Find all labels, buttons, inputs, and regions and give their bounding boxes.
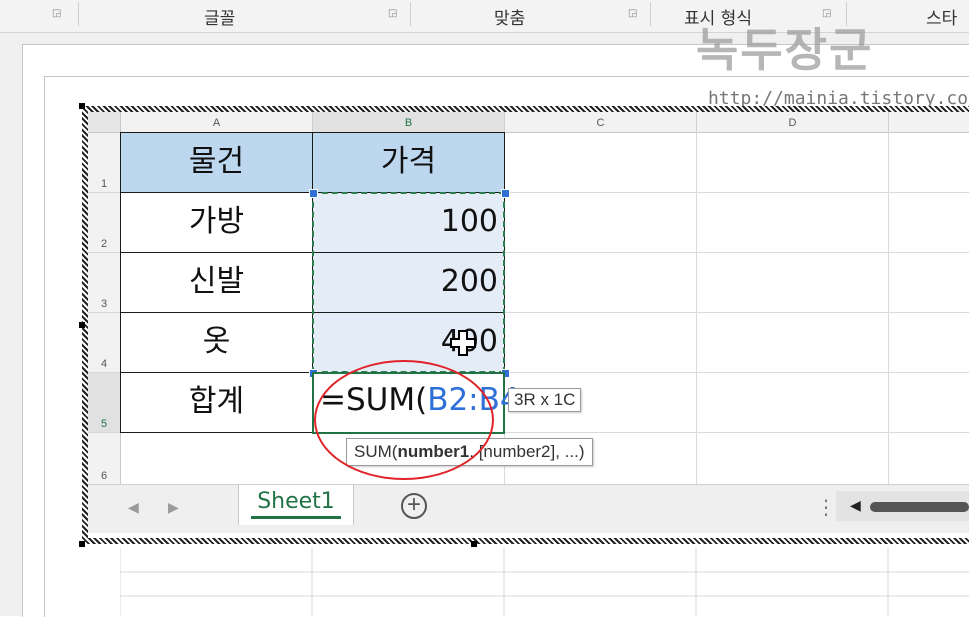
dialog-launcher-icon[interactable]: ◲ — [52, 8, 64, 20]
range-handle[interactable] — [501, 189, 510, 198]
row-header-6[interactable]: 6 — [88, 433, 121, 485]
ribbon-separator — [78, 2, 79, 26]
embedded-spreadsheet: A B C D 1 2 3 4 5 6 물건 가격 가방 100 신발 200 … — [88, 112, 969, 538]
resize-handle[interactable] — [471, 541, 477, 547]
column-header-c[interactable]: C — [505, 112, 697, 133]
sheet-tab-bar: ◀ ▶ Sheet1 + ⋮ ◀ — [88, 484, 969, 533]
tab-scroll-left-icon[interactable]: ◀ — [128, 499, 139, 516]
row-header-3[interactable]: 3 — [88, 253, 121, 313]
row-header-1[interactable]: 1 — [88, 133, 121, 193]
column-header-e[interactable] — [889, 112, 969, 133]
header-cell-price[interactable]: 가격 — [312, 132, 505, 193]
select-all-corner[interactable] — [88, 112, 121, 133]
tab-scroll-right-icon[interactable]: ▶ — [168, 499, 179, 516]
total-label-cell[interactable]: 합계 — [120, 372, 313, 433]
column-header-d[interactable]: D — [697, 112, 889, 133]
row-header-4[interactable]: 4 — [88, 313, 121, 373]
underlying-grid — [120, 548, 969, 616]
highlight-oval — [314, 360, 494, 480]
dialog-launcher-icon[interactable]: ◲ — [628, 8, 640, 20]
row-header-5[interactable]: 5 — [88, 373, 122, 433]
scroll-left-icon[interactable]: ◀ — [850, 497, 861, 514]
resize-handle[interactable] — [79, 322, 85, 328]
sheet-tab-sheet1[interactable]: Sheet1 — [238, 485, 354, 525]
row-header-2[interactable]: 2 — [88, 193, 121, 253]
range-size-tooltip: 3R x 1C — [508, 388, 582, 412]
ribbon-separator — [410, 2, 411, 26]
ribbon-group-styles: 스타 — [926, 9, 958, 29]
ribbon-group-font: 글꼴 — [204, 9, 236, 29]
more-options-icon[interactable]: ⋮ — [816, 495, 836, 520]
watermark: 녹두장군 — [696, 23, 874, 77]
ribbon-group-alignment: 맞춤 — [494, 9, 526, 29]
dialog-launcher-icon[interactable]: ◲ — [388, 8, 400, 20]
cell-select-cursor-icon — [450, 330, 476, 356]
item-cell[interactable]: 가방 — [120, 192, 313, 253]
horizontal-scrollbar[interactable]: ◀ — [836, 491, 969, 521]
resize-handle[interactable] — [79, 541, 85, 547]
item-cell[interactable]: 신발 — [120, 252, 313, 313]
header-cell-item[interactable]: 물건 — [120, 132, 313, 193]
scrollbar-thumb[interactable] — [870, 502, 969, 512]
column-header-a[interactable]: A — [121, 112, 313, 133]
column-header-b[interactable]: B — [313, 112, 505, 134]
resize-handle[interactable] — [79, 103, 85, 109]
reference-range-marquee — [312, 192, 505, 373]
ribbon-separator — [650, 2, 651, 26]
item-cell[interactable]: 옷 — [120, 312, 313, 373]
plus-circle-icon[interactable]: + — [401, 493, 427, 519]
range-handle[interactable] — [309, 189, 318, 198]
